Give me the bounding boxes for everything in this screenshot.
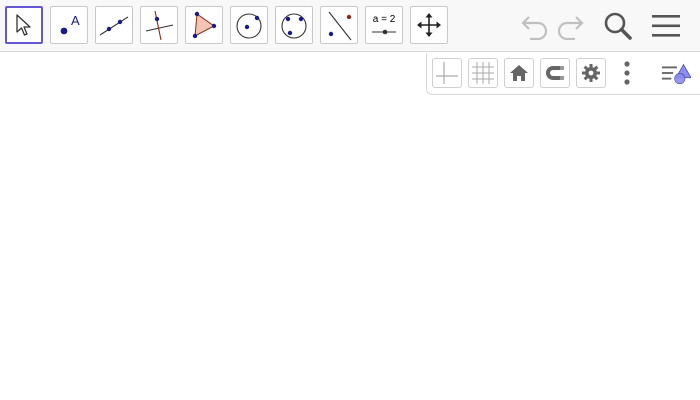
- style-bar-icon: [661, 63, 691, 85]
- move-graphics-view-tool-button[interactable]: [410, 6, 448, 44]
- more-options-button[interactable]: [612, 58, 642, 88]
- circle-three-points-tool-button[interactable]: [275, 6, 313, 44]
- search-icon: [604, 12, 632, 40]
- undo-button[interactable]: [516, 8, 552, 44]
- arrow-cursor-icon: [16, 14, 31, 36]
- toggle-style-bar-button[interactable]: [661, 58, 691, 88]
- axes-toggle-button[interactable]: [432, 58, 462, 88]
- circle-center-icon: [236, 13, 262, 39]
- reflect-icon: [328, 11, 352, 41]
- perpendicular-line-icon: [145, 10, 174, 41]
- standard-view-button[interactable]: [504, 58, 534, 88]
- polygon-tool-button[interactable]: [185, 6, 223, 44]
- gear-icon: [582, 64, 600, 82]
- redo-icon: [557, 16, 584, 40]
- polygon-icon: [192, 11, 217, 39]
- move-tool-button[interactable]: [5, 6, 43, 44]
- vertical-dots-icon: [624, 61, 630, 85]
- slider-tool-button[interactable]: a = 2: [365, 6, 403, 44]
- line-tool-button[interactable]: [95, 6, 133, 44]
- grid-icon: [472, 62, 494, 84]
- point-icon: A: [60, 13, 80, 35]
- main-menu-button[interactable]: [648, 8, 684, 44]
- redo-button[interactable]: [553, 8, 589, 44]
- undo-icon: [521, 16, 548, 40]
- slider-tool-label: a = 2: [372, 14, 396, 25]
- reflect-about-line-tool-button[interactable]: [320, 6, 358, 44]
- perpendicular-line-tool-button[interactable]: [140, 6, 178, 44]
- grid-toggle-button[interactable]: [468, 58, 498, 88]
- hamburger-menu-icon: [652, 15, 680, 37]
- point-capturing-button[interactable]: [540, 58, 570, 88]
- point-tool-button[interactable]: A: [50, 6, 88, 44]
- line-through-points-icon: [99, 16, 129, 36]
- graphics-settings-button[interactable]: [576, 58, 606, 88]
- home-icon: [510, 65, 528, 81]
- tool-bar: A a = 2: [0, 0, 700, 52]
- graphics-style-bar: [426, 53, 700, 95]
- point-tool-label: A: [71, 13, 80, 28]
- circle-center-point-tool-button[interactable]: [230, 6, 268, 44]
- graphics-view[interactable]: [0, 53, 700, 400]
- search-button[interactable]: [600, 8, 636, 44]
- circle-three-points-icon: [281, 13, 307, 39]
- axes-icon: [436, 62, 458, 84]
- move-arrows-icon: [417, 13, 441, 37]
- magnet-icon: [546, 66, 564, 80]
